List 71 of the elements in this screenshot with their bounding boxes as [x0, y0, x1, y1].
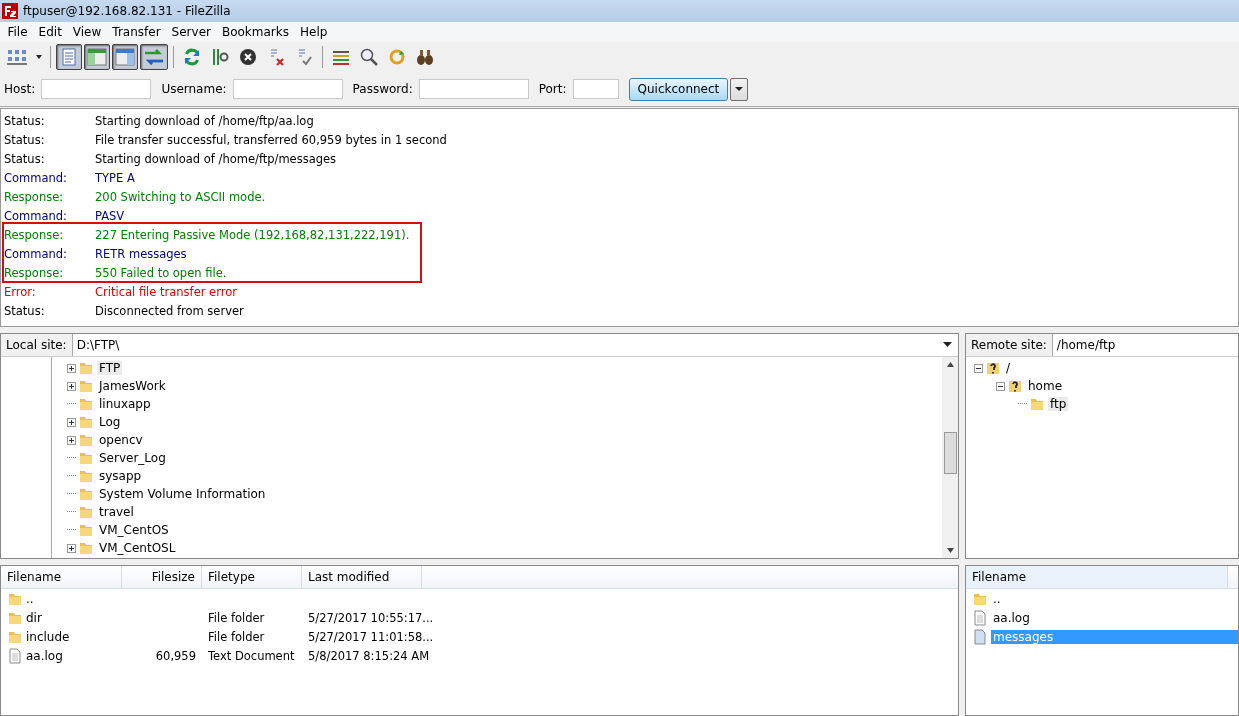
tree-item[interactable]: System Volume Information: [97, 487, 268, 501]
file-type: File folder: [208, 610, 265, 625]
tree-item[interactable]: home: [1026, 379, 1065, 393]
column-header[interactable]: Last modified: [302, 566, 422, 588]
log-label: Command:: [3, 208, 68, 223]
file-type: File folder: [208, 629, 265, 644]
tree-item[interactable]: VM_CentOSL: [97, 541, 178, 555]
menu-item[interactable]: Server: [166, 25, 217, 39]
file-name[interactable]: include: [26, 629, 70, 644]
log-message: File transfer successful, transferred 60,959 bytes in 1 second: [95, 132, 447, 147]
log-message: 550 Failed to open file.: [95, 265, 227, 280]
local-path-field[interactable]: D:\FTP\: [72, 334, 958, 356]
menu-item[interactable]: View: [67, 25, 107, 39]
file-size: 60,959: [155, 648, 196, 663]
log-message: Starting download of /home/ftp/messages: [95, 151, 337, 166]
log-message: Starting download of /home/ftp/aa.log: [95, 113, 314, 128]
quickconnect-button[interactable]: Quickconnect: [628, 77, 729, 101]
tree-item[interactable]: linuxapp: [97, 397, 153, 411]
column-header[interactable]: Filename: [1, 566, 122, 588]
column-header[interactable]: Filesize: [122, 566, 202, 588]
log-label: Command:: [3, 246, 68, 261]
file-name[interactable]: aa.log: [26, 648, 63, 663]
remote-site-label: Remote site:: [966, 334, 1053, 356]
menu-item[interactable]: Edit: [33, 25, 68, 39]
log-message: RETR messages: [95, 246, 187, 261]
log-message: 227 Entering Passive Mode (192,168,82,131,222,191).: [95, 227, 410, 242]
log-label: Command:: [3, 170, 68, 185]
tree-item[interactable]: JamesWork: [97, 379, 168, 393]
host-label: Host:: [4, 82, 36, 96]
tree-item[interactable]: Server_Log: [97, 451, 168, 465]
log-message: Critical file transfer error: [95, 284, 237, 299]
remote-path-field[interactable]: /home/ftp: [1052, 334, 1238, 356]
log-message: TYPE A: [95, 170, 135, 185]
tree-item[interactable]: FTP: [97, 361, 123, 375]
username-label: Username:: [161, 82, 227, 96]
modified-date: 5/27/2017 11:01:58...: [308, 629, 434, 644]
modified-date: 5/27/2017 10:55:17...: [308, 610, 434, 625]
tree-item[interactable]: sysapp: [97, 469, 144, 483]
window-title: ftpuser@192.168.82.131 - FileZilla: [23, 4, 231, 18]
file-name[interactable]: ..: [991, 591, 1238, 606]
file-name[interactable]: ..: [26, 591, 34, 606]
tree-item[interactable]: opencv: [97, 433, 145, 447]
log-label: Error:: [3, 284, 37, 299]
file-type: Text Document: [208, 648, 295, 663]
menu-item[interactable]: Bookmarks: [216, 25, 295, 39]
log-label: Status:: [3, 113, 46, 128]
tree-item[interactable]: /: [1004, 361, 1013, 375]
tree-item[interactable]: VM_CentOS: [97, 523, 171, 537]
menu-item[interactable]: Help: [294, 25, 333, 39]
log-message: PASV: [95, 208, 125, 223]
local-site-label: Local site:: [1, 334, 73, 356]
file-name[interactable]: dir: [26, 610, 42, 625]
tree-item[interactable]: Log: [97, 415, 123, 429]
menu-item[interactable]: Transfer: [106, 25, 167, 39]
column-header[interactable]: Filetype: [202, 566, 302, 588]
log-label: Response:: [3, 227, 65, 242]
column-header[interactable]: Filename: [966, 566, 1228, 588]
log-label: Response:: [3, 265, 65, 280]
tree-item[interactable]: ftp: [1048, 397, 1069, 411]
log-message: 200 Switching to ASCII mode.: [95, 189, 266, 204]
log-label: Status:: [3, 303, 46, 318]
log-message: Disconnected from server: [95, 303, 244, 318]
tree-item[interactable]: travel: [97, 505, 136, 519]
menu-item[interactable]: File: [2, 25, 34, 39]
log-label: Status:: [3, 132, 46, 147]
log-label: Status:: [3, 151, 46, 166]
password-label: Password:: [352, 82, 413, 96]
log-label: Response:: [3, 189, 65, 204]
port-label: Port:: [538, 82, 567, 96]
modified-date: 5/8/2017 8:15:24 AM: [308, 648, 430, 663]
file-name[interactable]: aa.log: [991, 610, 1238, 625]
